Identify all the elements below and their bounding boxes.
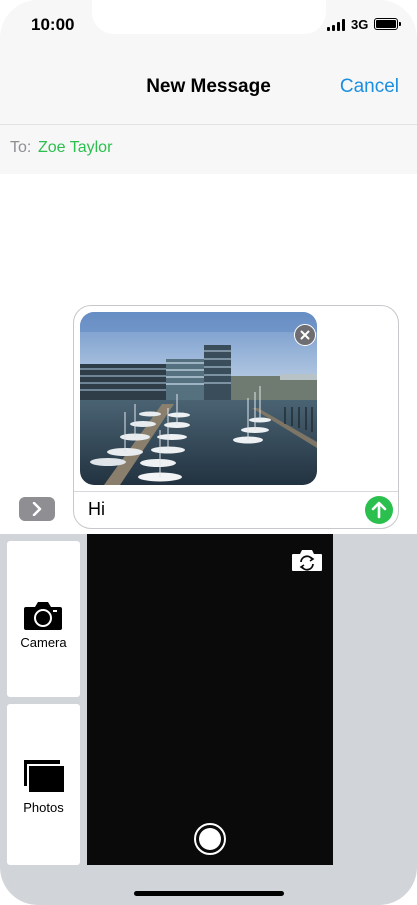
signal-icon [327,19,347,31]
camera-viewfinder[interactable] [87,534,333,865]
cancel-button[interactable]: Cancel [340,76,399,98]
chevron-right-icon [32,502,42,516]
harbour-photo [80,312,317,485]
photos-tile[interactable]: Photos [7,704,80,865]
compose-divider [74,491,398,492]
status-bar: 10:00 3G [0,0,417,52]
close-icon [300,330,310,340]
media-drawer: Camera Photos [0,534,417,905]
battery-icon [374,18,401,30]
network-type: 3G [351,17,369,32]
flip-camera-icon[interactable] [291,548,323,572]
photo-attachment[interactable] [80,312,317,485]
recipient-name[interactable]: Zoe Taylor [38,139,112,157]
photos-tile-label: Photos [23,800,64,815]
message-input[interactable]: Hi [88,499,105,520]
photos-icon [24,760,64,792]
expand-apps-button[interactable] [19,497,55,521]
shutter-button[interactable] [194,823,226,855]
compose-box[interactable]: Hi [73,305,399,529]
home-indicator[interactable] [134,891,284,896]
phone-screen: 10:00 3G New Message Cancel To: Zoe Tayl… [0,0,417,905]
notch [92,0,326,34]
camera-tile[interactable]: Camera [7,541,80,697]
remove-attachment-button[interactable] [294,324,316,346]
nav-bar: New Message Cancel [0,52,417,124]
to-label: To: [10,139,32,156]
status-time: 10:00 [31,15,75,34]
camera-tile-label: Camera [20,635,67,650]
arrow-up-icon [371,501,387,519]
recipient-field[interactable]: To: Zoe Taylor [0,124,417,174]
send-button[interactable] [365,496,393,524]
camera-icon [24,602,62,630]
